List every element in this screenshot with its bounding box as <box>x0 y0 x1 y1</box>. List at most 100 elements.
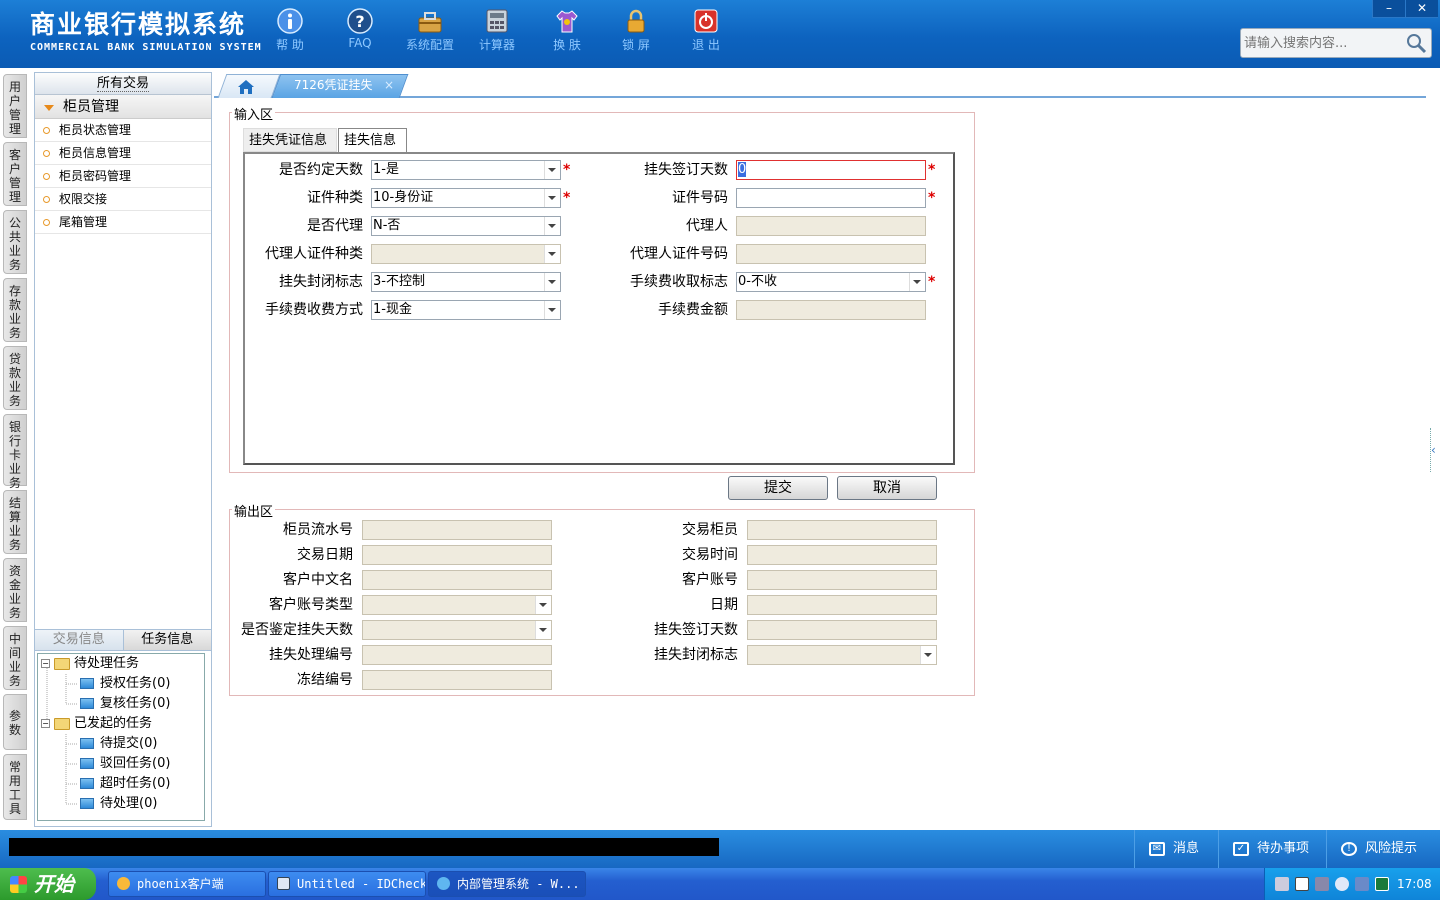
ve-tray-icon[interactable] <box>1375 877 1389 891</box>
trade-date-output <box>362 545 552 565</box>
agreed-days-label: 是否约定天数 <box>279 162 363 178</box>
sidebar-item-teller-info[interactable]: 柜员信息管理 <box>35 142 211 165</box>
agent-id-number-input[interactable] <box>736 244 926 264</box>
date-output <box>747 595 937 615</box>
faq-button[interactable]: ? FAQ <box>330 8 390 50</box>
customer-account-output <box>747 570 937 590</box>
app-tray-icon[interactable] <box>1355 877 1369 891</box>
seal-flag-select[interactable]: 3-不控制 <box>371 272 561 292</box>
network-icon[interactable] <box>1315 877 1329 891</box>
customer-name-output <box>362 570 552 590</box>
tree-node-pending[interactable]: − 待处理任务 <box>41 654 139 674</box>
window-app-icon <box>277 877 290 890</box>
start-button[interactable]: 开始 <box>0 868 96 900</box>
tree-leaf-rejected[interactable]: 驳回任务(0) <box>80 754 170 774</box>
tree-leaf-label: 待提交(0) <box>100 736 158 751</box>
vtab-loan-business[interactable]: 贷款业务 <box>3 346 27 410</box>
risk-alert-button[interactable]: ! 风险提示 <box>1326 830 1440 868</box>
vtab-card-business[interactable]: 银行卡业务 <box>3 414 27 490</box>
ie-globe-icon <box>437 877 450 890</box>
vtab-public-business[interactable]: 公共业务 <box>3 210 27 274</box>
submit-button[interactable]: 提交 <box>728 476 828 500</box>
tab-loss-voucher-info[interactable]: 挂失凭证信息 <box>243 128 337 152</box>
tab-transaction-info[interactable]: 交易信息 <box>35 630 123 650</box>
help-button[interactable]: 帮 助 <box>260 8 320 53</box>
tree-leaf-to-submit[interactable]: 待提交(0) <box>80 734 157 754</box>
sidebar-item-teller-status[interactable]: 柜员状态管理 <box>35 119 211 142</box>
vtab-fund-business[interactable]: 资金业务 <box>3 558 27 622</box>
taskbar-item-phoenix[interactable]: phoenix客户端 <box>108 871 266 897</box>
vtab-user-management[interactable]: 用户管理 <box>3 74 27 138</box>
taskbar-item-idcheck[interactable]: Untitled - IDCheck <box>268 871 426 897</box>
output-signed-days-label: 挂失签订天数 <box>654 622 738 638</box>
tab-loss-info[interactable]: 挂失信息 <box>338 128 407 154</box>
todo-button[interactable]: ✓ 待办事项 <box>1218 830 1326 868</box>
freeze-number-label: 冻结编号 <box>297 672 353 688</box>
trade-time-label: 交易时间 <box>682 547 738 563</box>
fee-method-select[interactable]: 1-现金 <box>371 300 561 320</box>
messages-button[interactable]: ✉ 消息 <box>1134 830 1226 868</box>
taskbar-item-internal-system[interactable]: 内部管理系统 - W... <box>428 871 586 897</box>
fee-amount-input[interactable] <box>736 300 926 320</box>
id-type-select[interactable]: 10-身份证 <box>371 188 561 208</box>
verify-days-select[interactable] <box>362 620 552 640</box>
home-icon[interactable] <box>237 79 255 95</box>
output-seal-flag-select[interactable] <box>747 645 937 665</box>
task-leaf-icon <box>80 758 94 769</box>
vtab-deposit-business[interactable]: 存款业务 <box>3 278 27 342</box>
folder-open-icon <box>54 717 70 730</box>
exit-button[interactable]: 退 出 <box>676 8 736 53</box>
tree-leaf-timeout[interactable]: 超时任务(0) <box>80 774 170 794</box>
help-tray-icon[interactable] <box>1295 877 1309 891</box>
tab-close-icon[interactable]: × <box>384 76 394 94</box>
tree-leaf-review[interactable]: 复核任务(0) <box>80 694 170 714</box>
change-skin-label: 换 肤 <box>553 38 581 52</box>
vtab-settlement-business[interactable]: 结算业务 <box>3 490 27 554</box>
tree-node-initiated[interactable]: − 已发起的任务 <box>41 714 152 734</box>
signed-days-input[interactable]: 0 <box>736 160 926 180</box>
id-type-label: 证件种类 <box>307 190 363 206</box>
vtab-intermediary-business[interactable]: 中间业务 <box>3 626 27 690</box>
task-leaf-icon <box>80 738 94 749</box>
search-input[interactable] <box>1241 29 1401 57</box>
collapse-minus-icon[interactable]: − <box>41 659 50 668</box>
sidebar-item-label: 尾箱管理 <box>59 215 108 229</box>
sidebar-item-permission-handover[interactable]: 权限交接 <box>35 188 211 211</box>
collapse-right-handle[interactable]: ‹ <box>1430 428 1438 472</box>
account-type-select[interactable] <box>362 595 552 615</box>
sidebar-header[interactable]: 所有交易 <box>35 73 211 95</box>
cancel-button[interactable]: 取消 <box>837 476 937 500</box>
arrow-left-icon[interactable] <box>1335 877 1349 891</box>
tree-leaf-label: 授权任务(0) <box>100 676 171 691</box>
lock-icon <box>627 9 645 33</box>
agent-input[interactable] <box>736 216 926 236</box>
fee-flag-select[interactable]: 0-不收 <box>736 272 926 292</box>
system-config-button[interactable]: 系统配置 <box>400 8 460 53</box>
vtab-common-tools[interactable]: 常用工具 <box>3 754 27 820</box>
vtab-customer-management[interactable]: 客户管理 <box>3 142 27 206</box>
tab-task-info[interactable]: 任务信息 <box>122 630 211 650</box>
tree-leaf-authorization[interactable]: 授权任务(0) <box>80 674 170 694</box>
agreed-days-select[interactable]: 1-是 <box>371 160 561 180</box>
minimize-button[interactable]: – <box>1372 0 1405 18</box>
sidebar-item-label: 柜员信息管理 <box>59 146 132 160</box>
trade-date-label: 交易日期 <box>297 547 353 563</box>
sidebar-group-teller-management[interactable]: 柜员管理 <box>35 95 211 119</box>
change-skin-button[interactable]: 换 肤 <box>537 8 597 53</box>
calculator-button[interactable]: 计算器 <box>467 8 527 53</box>
sidebar-item-teller-password[interactable]: 柜员密码管理 <box>35 165 211 188</box>
close-window-button[interactable]: ✕ <box>1405 0 1438 18</box>
required-mark: * <box>928 162 936 178</box>
collapse-minus-icon[interactable]: − <box>41 719 50 728</box>
id-number-input[interactable] <box>736 188 926 208</box>
keyboard-icon[interactable] <box>1275 877 1289 891</box>
sidebar-item-tail-box[interactable]: 尾箱管理 <box>35 211 211 234</box>
agent-id-type-select[interactable] <box>371 244 561 264</box>
faq-question-icon: ? <box>347 8 373 34</box>
tree-leaf-to-process[interactable]: 待处理(0) <box>80 794 157 814</box>
lock-screen-button[interactable]: 锁 屏 <box>606 8 666 53</box>
is-agent-select[interactable]: N-否 <box>371 216 561 236</box>
search-icon[interactable] <box>1405 32 1427 54</box>
vtab-parameters[interactable]: 参数 <box>3 694 27 750</box>
sidebar-bottom-tabs: 交易信息 任务信息 <box>35 629 211 651</box>
